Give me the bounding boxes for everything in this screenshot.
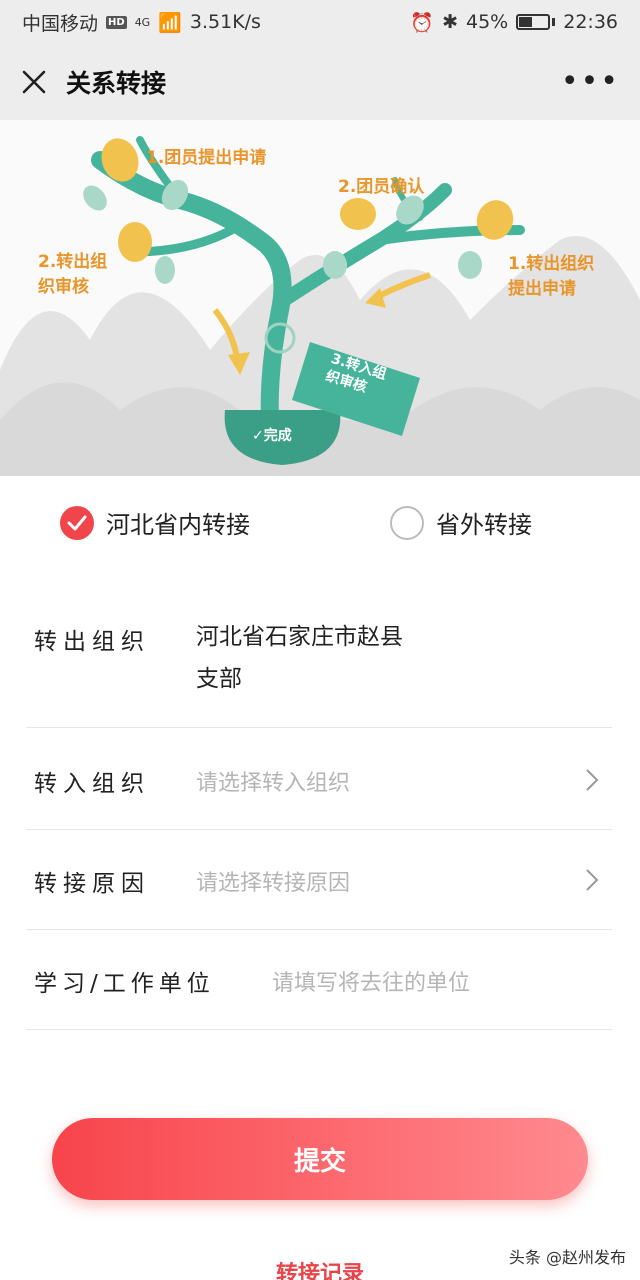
step2-center-label: 2.团员确认 — [338, 177, 425, 197]
radio-unchecked-icon — [390, 505, 424, 540]
close-icon[interactable] — [20, 68, 48, 96]
more-icon[interactable]: ••• — [561, 67, 620, 97]
step2-left-line2: 织审核 — [38, 276, 89, 297]
step2-left-line1: 2.转出组 — [38, 252, 108, 272]
page-title: 关系转接 — [66, 69, 167, 98]
step1-left-label: 1.团员提出申请 — [146, 148, 267, 168]
radio-out-province[interactable]: 省外转接 — [390, 505, 532, 540]
radio-in-province[interactable]: 河北省内转接 — [60, 505, 250, 540]
watermark: 头条 @赵州发布 — [508, 1248, 626, 1267]
carrier-label: 中国移动 — [22, 12, 99, 35]
out-org-value-line2: 支部 — [196, 666, 242, 692]
out-org-value: 河北省石家庄市赵县 支部 — [196, 616, 403, 700]
title-bar: 关系转接 ••• — [0, 44, 640, 120]
clock: 22:36 — [563, 11, 618, 33]
status-right: ⏰ ✱ 45% 22:36 — [410, 11, 618, 34]
hd-badge: HD — [106, 15, 127, 29]
check-icon — [67, 515, 87, 530]
step1-right-label: 1.转出组织 提出申请 — [508, 252, 594, 301]
out-org-value-line1: 河北省石家庄市赵县 — [196, 624, 403, 650]
alarm-icon: ⏰ — [410, 11, 435, 34]
reason-select[interactable]: 请选择转接原因 — [196, 865, 350, 897]
battery-icon — [516, 14, 551, 30]
process-illustration: 1.团员提出申请 2.团员确认 2.转出组 织审核 1.转出组织 提出申请 3.… — [0, 120, 640, 476]
battery-percent: 45% — [466, 11, 509, 33]
step1-right-line1: 1.转出组织 — [508, 254, 595, 274]
radio-in-province-label: 河北省内转接 — [106, 511, 250, 539]
in-org-select[interactable]: 请选择转入组织 — [196, 765, 350, 797]
network-label: 4G — [134, 15, 151, 29]
battery-fill — [519, 17, 533, 27]
reason-label: 转接原因 — [34, 871, 150, 897]
work-unit-input[interactable]: 请填写将去往的单位 — [272, 965, 470, 997]
complete-label: ✓完成 — [252, 428, 292, 444]
out-org-row: 转出组织 河北省石家庄市赵县 支部 — [26, 598, 612, 728]
work-unit-label: 学习/工作单位 — [34, 971, 215, 997]
transfer-type-selector: 河北省内转接 省外转接 — [0, 505, 640, 561]
reason-row[interactable]: 转接原因 请选择转接原因 — [26, 830, 612, 930]
in-org-row[interactable]: 转入组织 请选择转入组织 — [26, 728, 612, 830]
work-unit-row: 学习/工作单位 请填写将去往的单位 — [26, 930, 612, 1030]
bluetooth-icon: ✱ — [442, 11, 458, 33]
signal-icon: 📶 — [158, 11, 182, 34]
out-org-label: 转出组织 — [34, 629, 150, 655]
chevron-right-icon — [586, 869, 599, 891]
status-left: 中国移动 HD 4G 📶 3.51K/s — [22, 9, 261, 36]
chevron-right-icon — [586, 769, 599, 791]
network-speed: 3.51K/s — [189, 11, 261, 33]
status-bar: 中国移动 HD 4G 📶 3.51K/s ⏰ ✱ 45% 22:36 — [0, 0, 640, 44]
step1-right-line2: 提出申请 — [508, 278, 576, 299]
submit-button[interactable]: 提交 — [52, 1118, 588, 1200]
step2-left-label: 2.转出组 织审核 — [38, 250, 107, 299]
radio-checked-icon — [60, 505, 94, 540]
in-org-label: 转入组织 — [34, 771, 150, 797]
radio-out-province-label: 省外转接 — [436, 511, 532, 539]
battery-tip — [552, 18, 556, 26]
